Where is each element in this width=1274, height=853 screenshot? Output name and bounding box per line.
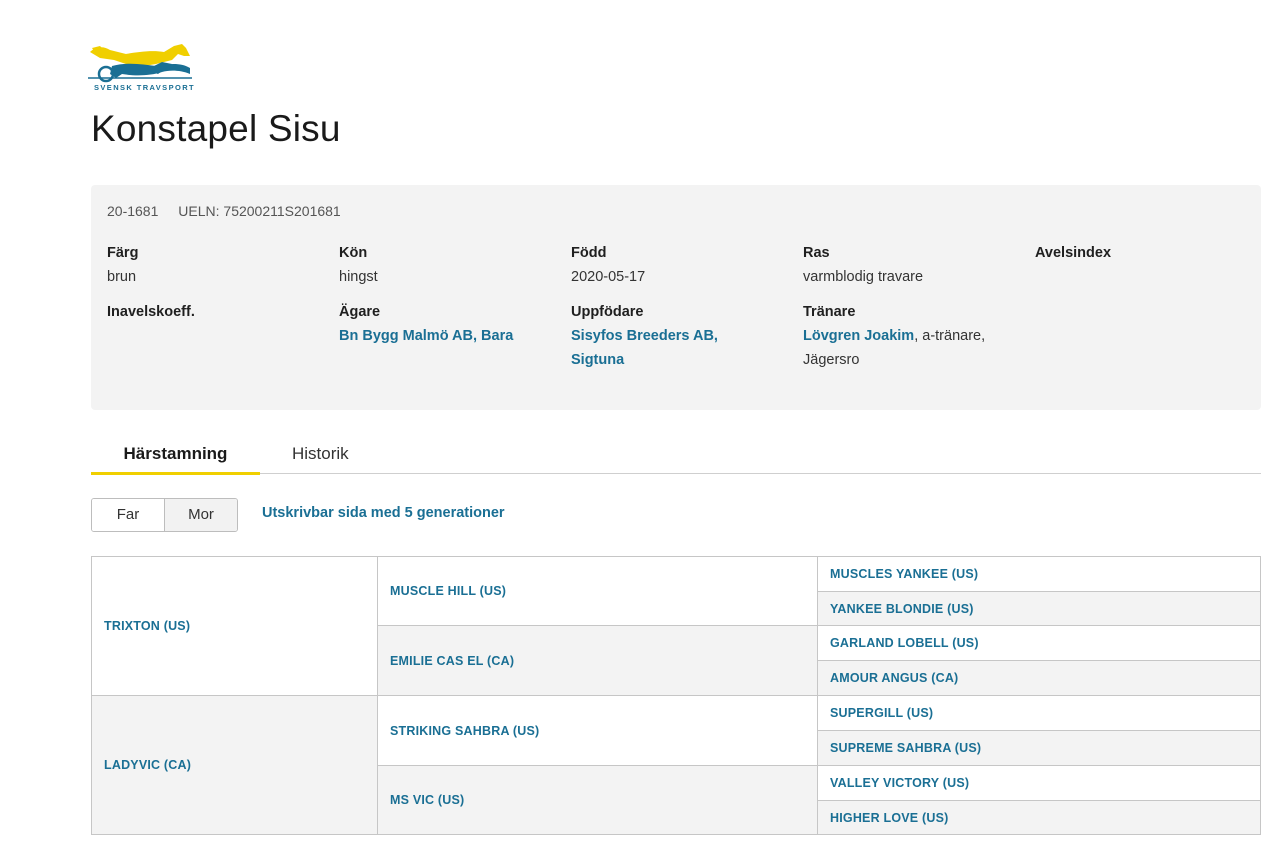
- logo-text: SVENSK TRAVSPORT: [94, 83, 196, 92]
- breed-label: Ras: [803, 245, 830, 261]
- pedigree-sire[interactable]: TRIXTON (US): [91, 556, 378, 696]
- sex-label: Kön: [339, 245, 368, 261]
- trotter-horse-icon: [88, 44, 192, 83]
- pedigree-gen2-2[interactable]: EMILIE CAS EL (CA): [377, 625, 818, 696]
- trainer-location: Jägersro: [803, 352, 860, 368]
- registration-line: 20-1681 UELN: 75200211S201681: [107, 203, 357, 219]
- field-owner: Ägare Bn Bygg Malmö AB, Bara: [339, 300, 513, 348]
- color-value: brun: [107, 269, 137, 285]
- pedigree-gen3-5[interactable]: SUPERGILL (US): [817, 695, 1261, 731]
- field-color: Färg brun: [107, 241, 138, 289]
- breeder-link[interactable]: Sisyfos Breeders AB, Sigtuna: [571, 324, 718, 372]
- registration-number: 20-1681: [107, 203, 159, 219]
- far-button[interactable]: Far: [92, 499, 164, 531]
- horse-info-panel: 20-1681 UELN: 75200211S201681 Färg brun …: [91, 185, 1261, 410]
- svensk-travsport-logo[interactable]: SVENSK TRAVSPORT: [86, 40, 196, 94]
- pedigree-gen3-4[interactable]: AMOUR ANGUS (CA): [817, 660, 1261, 696]
- owner-link[interactable]: Bn Bygg Malmö AB, Bara: [339, 328, 513, 344]
- inbreeding-label: Inavelskoeff.: [107, 304, 195, 320]
- tab-bar: Härstamning Historik: [91, 438, 1261, 475]
- mor-button[interactable]: Mor: [164, 499, 237, 531]
- field-breeder: Uppfödare Sisyfos Breeders AB, Sigtuna: [571, 300, 718, 372]
- breeder-label: Uppfödare: [571, 304, 644, 320]
- field-sex: Kön hingst: [339, 241, 378, 289]
- pedigree-gen3-2[interactable]: YANKEE BLONDIE (US): [817, 591, 1261, 626]
- breeder-link-line2: Sigtuna: [571, 352, 625, 368]
- pedigree-gen2-4[interactable]: MS VIC (US): [377, 765, 818, 835]
- trainer-license: , a-tränare,: [914, 328, 986, 344]
- print-5-generations-link[interactable]: Utskrivbar sida med 5 generationer: [262, 505, 505, 521]
- sire-dam-toggle: Far Mor: [91, 498, 238, 532]
- sex-value: hingst: [339, 269, 378, 285]
- field-breeding-index: Avelsindex: [1035, 241, 1111, 265]
- owner-label: Ägare: [339, 304, 381, 320]
- field-inbreeding: Inavelskoeff.: [107, 300, 195, 324]
- born-value: 2020-05-17: [571, 269, 646, 285]
- tab-harstamning[interactable]: Härstamning: [91, 438, 260, 475]
- field-born: Född 2020-05-17: [571, 241, 645, 289]
- pedigree-table: TRIXTON (US) LADYVIC (CA) MUSCLE HILL (U…: [91, 556, 1261, 835]
- page-title: Konstapel Sisu: [91, 108, 341, 149]
- color-label: Färg: [107, 245, 139, 261]
- pedigree-gen2-1[interactable]: MUSCLE HILL (US): [377, 556, 818, 626]
- trainer-link[interactable]: Lövgren Joakim: [803, 328, 914, 344]
- breed-value: varmblodig travare: [803, 269, 924, 285]
- breeding-index-label: Avelsindex: [1035, 245, 1112, 261]
- field-breed: Ras varmblodig travare: [803, 241, 923, 289]
- breeder-link-line1: Sisyfos Breeders AB,: [571, 328, 718, 344]
- pedigree-dam[interactable]: LADYVIC (CA): [91, 695, 378, 835]
- pedigree-gen3-7[interactable]: VALLEY VICTORY (US): [817, 765, 1261, 801]
- tab-historik[interactable]: Historik: [292, 438, 349, 474]
- pedigree-gen3-6[interactable]: SUPREME SAHBRA (US): [817, 730, 1261, 766]
- ueln-number: UELN: 75200211S201681: [178, 203, 341, 219]
- pedigree-gen3-1[interactable]: MUSCLES YANKEE (US): [817, 556, 1261, 592]
- born-label: Född: [571, 245, 607, 261]
- pedigree-gen3-8[interactable]: HIGHER LOVE (US): [817, 800, 1261, 835]
- field-trainer: Tränare Lövgren Joakim, a-tränare, Jäger…: [803, 300, 985, 372]
- pedigree-gen2-3[interactable]: STRIKING SAHBRA (US): [377, 695, 818, 766]
- pedigree-gen3-3[interactable]: GARLAND LOBELL (US): [817, 625, 1261, 661]
- trainer-label: Tränare: [803, 304, 856, 320]
